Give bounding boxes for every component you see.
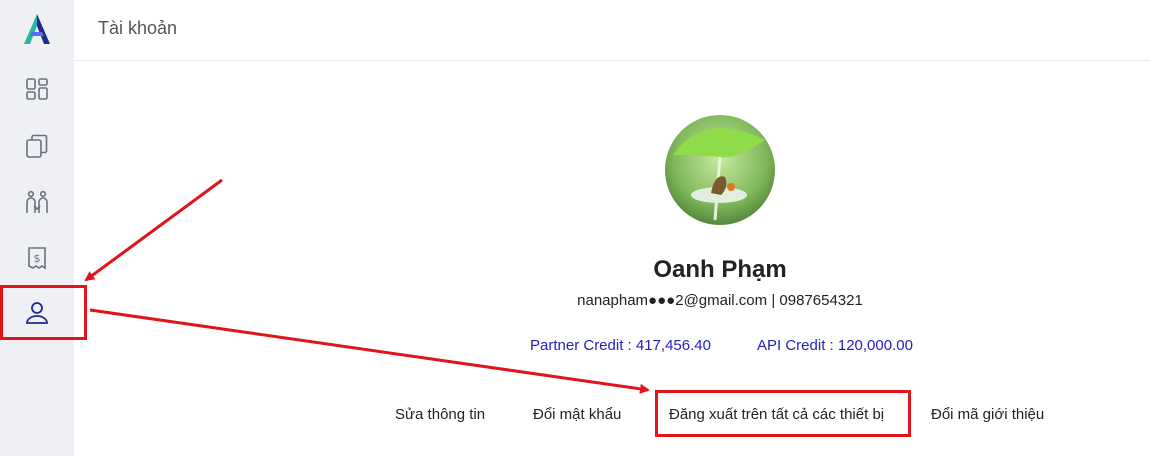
contact-separator: | xyxy=(771,292,776,309)
api-credit: API Credit : 120,000.00 xyxy=(757,337,913,354)
annotation-arrow-to-account xyxy=(84,178,223,282)
partners-icon xyxy=(26,190,48,213)
annotation-arrows xyxy=(84,178,650,394)
page-header: Tài khoản xyxy=(74,0,1150,61)
sidebar-item-dashboard[interactable] xyxy=(0,63,74,115)
sidebar-item-documents[interactable] xyxy=(0,120,74,172)
dashboard-icon xyxy=(26,78,48,100)
billing-icon: $ xyxy=(28,247,46,270)
annotation-box-account xyxy=(0,285,87,340)
page-title: Tài khoản xyxy=(98,18,178,38)
profile-phone: 0987654321 xyxy=(779,292,863,309)
sidebar-item-billing[interactable]: $ xyxy=(0,232,74,284)
avatar[interactable] xyxy=(665,115,775,225)
sidebar-item-partners[interactable] xyxy=(0,176,74,228)
documents-icon xyxy=(26,134,48,158)
edit-profile-button[interactable]: Sửa thông tin xyxy=(395,406,485,423)
profile-name: Oanh Phạm xyxy=(653,256,787,283)
change-referral-code-button[interactable]: Đổi mã giới thiệu xyxy=(931,406,1044,423)
svg-text:$: $ xyxy=(34,252,41,265)
profile-email: nanapham●●●2@gmail.com xyxy=(577,292,768,309)
partner-credit: Partner Credit : 417,456.40 xyxy=(530,337,711,354)
annotation-box-logout xyxy=(655,390,911,437)
profile-contact: nanapham●●●2@gmail.com | 0987654321 xyxy=(520,292,920,309)
change-password-button[interactable]: Đổi mật khẩu xyxy=(533,406,621,423)
sidebar: $ xyxy=(0,0,74,456)
app-logo[interactable] xyxy=(20,12,54,46)
